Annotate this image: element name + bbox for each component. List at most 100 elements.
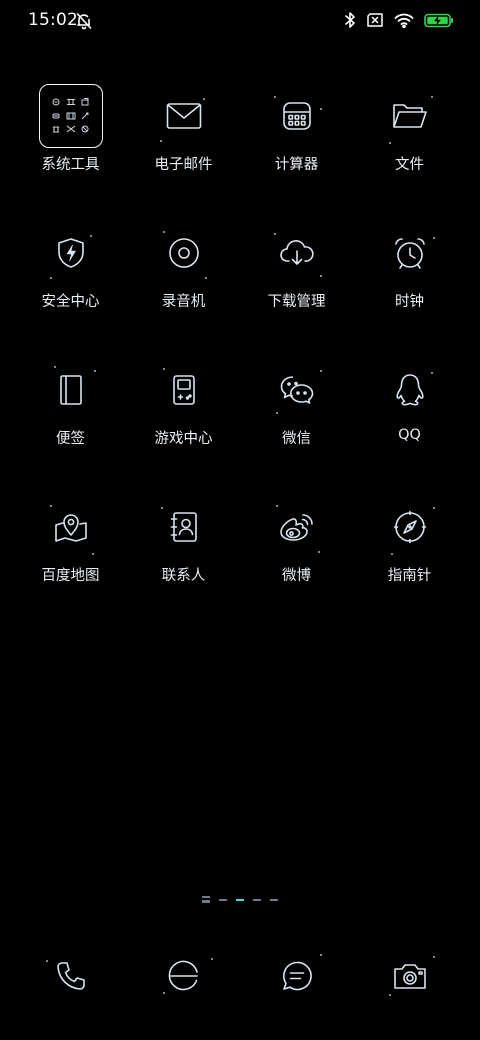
- app-label: 微博: [282, 568, 311, 584]
- qq-icon: [378, 358, 442, 422]
- sparkle-dot: [50, 505, 52, 507]
- app-clock[interactable]: 时钟: [353, 221, 466, 358]
- app-grid: 系统工具 电子邮件 计算器 文件 安全中心 录音机 下载管理 时钟 便签 游戏中…: [14, 84, 466, 632]
- dock: [14, 944, 466, 1008]
- sparkle-dot: [54, 366, 56, 368]
- app-label: 下载管理: [267, 294, 326, 310]
- sparkle-dot: [433, 507, 435, 509]
- sparkle-dot: [163, 231, 165, 233]
- app-notes[interactable]: 便签: [14, 358, 127, 495]
- sparkle-dot: [92, 553, 94, 555]
- bell-off-icon: [76, 12, 92, 34]
- page-dot-active[interactable]: [236, 898, 244, 901]
- app-label: 游戏中心: [154, 431, 213, 447]
- dock-camera[interactable]: [353, 944, 466, 1008]
- map-pin-icon: [39, 495, 103, 559]
- page-indicator-menu[interactable]: [202, 896, 210, 903]
- status-bar: 15:02: [0, 0, 480, 44]
- sparkle-dot: [320, 275, 322, 277]
- app-email[interactable]: 电子邮件: [127, 84, 240, 221]
- weibo-icon: [265, 495, 329, 559]
- sparkle-dot: [318, 551, 320, 553]
- sparkle-dot: [160, 140, 162, 142]
- app-files[interactable]: 文件: [353, 84, 466, 221]
- phone-icon: [56, 962, 85, 990]
- sparkle-dot: [90, 235, 92, 237]
- app-label: QQ: [398, 427, 421, 443]
- app-label: 计算器: [274, 157, 319, 173]
- app-qq[interactable]: QQ: [353, 358, 466, 495]
- sparkle-dot: [211, 958, 213, 960]
- page-dot[interactable]: [270, 898, 278, 901]
- app-security-center[interactable]: 安全中心: [14, 221, 127, 358]
- contacts-icon: [152, 495, 216, 559]
- sparkle-dot: [320, 954, 322, 956]
- app-label: 指南针: [387, 568, 432, 584]
- app-wechat[interactable]: 微信: [240, 358, 353, 495]
- dock-phone[interactable]: [14, 944, 127, 1008]
- app-label: 微信: [282, 431, 311, 447]
- sparkle-dot: [98, 86, 100, 88]
- sparkle-dot: [433, 237, 435, 239]
- app-download-manager[interactable]: 下载管理: [240, 221, 353, 358]
- app-weibo[interactable]: 微博: [240, 495, 353, 632]
- app-label: 录音机: [161, 294, 206, 310]
- app-label: 系统工具: [41, 157, 100, 173]
- app-contacts[interactable]: 联系人: [127, 495, 240, 632]
- sparkle-dot: [433, 956, 435, 958]
- sparkle-dot: [389, 142, 391, 144]
- sparkle-dot: [274, 233, 276, 235]
- alarm-clock-icon: [378, 221, 442, 285]
- sparkle-dot: [163, 368, 165, 370]
- messages-icon: [282, 961, 312, 991]
- app-label: 联系人: [161, 568, 206, 584]
- wechat-icon: [265, 358, 329, 422]
- no-sim-icon: [366, 13, 384, 27]
- app-recorder[interactable]: 录音机: [127, 221, 240, 358]
- sparkle-dot: [389, 994, 391, 996]
- sparkle-dot: [320, 108, 322, 110]
- dock-browser[interactable]: [127, 944, 240, 1008]
- sparkle-dot: [431, 96, 433, 98]
- app-label: 文件: [395, 157, 424, 173]
- app-label: 百度地图: [41, 568, 100, 584]
- home-screen: 15:02 系统工具 电子邮件 计算器 文件 安全中心 录音机 下载管理 时钟 …: [0, 0, 480, 1040]
- page-dot[interactable]: [219, 898, 227, 901]
- mail-icon: [152, 84, 216, 148]
- sparkle-dot: [276, 412, 278, 414]
- app-label: 安全中心: [41, 294, 100, 310]
- sparkle-dot: [320, 370, 322, 372]
- camera-icon: [393, 964, 426, 989]
- sparkle-dot: [94, 370, 96, 372]
- sparkle-dot: [161, 507, 163, 509]
- app-calculator[interactable]: 计算器: [240, 84, 353, 221]
- battery-charging-icon: [424, 13, 454, 28]
- page-indicator[interactable]: [0, 896, 480, 903]
- page-dot[interactable]: [253, 898, 261, 901]
- app-label: 电子邮件: [154, 157, 213, 173]
- calculator-icon: [265, 84, 329, 148]
- gameboy-icon: [152, 358, 216, 422]
- app-system-tools-folder[interactable]: 系统工具: [14, 84, 127, 221]
- app-row: 安全中心 录音机 下载管理 时钟: [14, 221, 466, 358]
- sparkle-dot: [205, 277, 207, 279]
- app-label: 便签: [56, 431, 85, 447]
- sparkle-dot: [50, 277, 52, 279]
- status-time: 15:02: [28, 10, 78, 30]
- recorder-icon: [152, 221, 216, 285]
- sparkle-dot: [276, 505, 278, 507]
- sparkle-dot: [431, 372, 433, 374]
- app-compass[interactable]: 指南针: [353, 495, 466, 632]
- bluetooth-icon: [344, 11, 356, 29]
- dock-messages[interactable]: [240, 944, 353, 1008]
- app-baidu-map[interactable]: 百度地图: [14, 495, 127, 632]
- wifi-icon: [394, 13, 414, 28]
- folder-tools-icon: [38, 84, 103, 148]
- notes-icon: [39, 358, 103, 422]
- sparkle-dot: [203, 98, 205, 100]
- cloud-download-icon: [265, 221, 329, 285]
- sparkle-dot: [163, 992, 165, 994]
- app-game-center[interactable]: 游戏中心: [127, 358, 240, 495]
- browser-icon: [168, 960, 198, 991]
- app-label: 时钟: [395, 294, 424, 310]
